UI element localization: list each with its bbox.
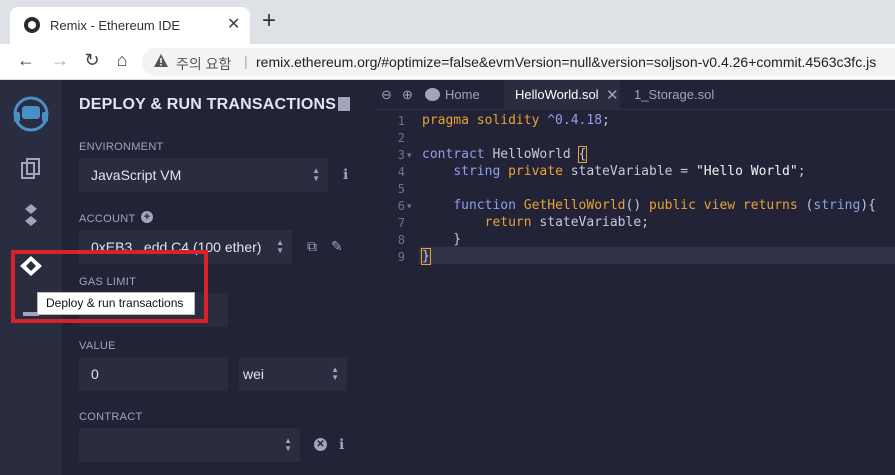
tab-title: Remix - Ethereum IDE (50, 18, 181, 33)
select-caret-icon: ▲ ▼ (284, 436, 292, 453)
browser-tab[interactable]: Remix - Ethereum IDE ✕ (10, 7, 250, 44)
line-number: 6 (397, 199, 405, 213)
code-line-8: } (422, 232, 462, 247)
tab-helloworld-label: HelloWorld.sol (515, 87, 599, 102)
documentation-icon[interactable] (338, 97, 350, 111)
back-button[interactable]: ← (14, 50, 38, 71)
tab-home[interactable]: Home (445, 80, 480, 110)
active-line-highlight (375, 247, 895, 264)
value-label: VALUE (79, 340, 116, 352)
value-unit: wei (243, 366, 265, 382)
new-tab-button[interactable]: + (262, 9, 276, 33)
home-button[interactable]: ⌂ (110, 50, 134, 71)
info-icon[interactable]: ℹ (339, 436, 344, 453)
value-unit-select[interactable]: wei ▲ ▼ (239, 357, 347, 391)
line-number: 4 (397, 165, 405, 179)
select-caret-icon: ▲ ▼ (331, 365, 339, 382)
clear-icon[interactable]: ✕ (314, 438, 327, 451)
line-number: 9 (397, 250, 405, 264)
add-account-icon[interactable]: + (141, 211, 153, 223)
line-number: 1 (397, 114, 405, 128)
home-tab-icon (425, 88, 440, 101)
info-icon[interactable]: ℹ (343, 166, 348, 183)
line-number: 7 (397, 216, 405, 230)
zoom-in-icon[interactable]: ⊕ (402, 87, 413, 103)
solidity-compiler-icon[interactable] (15, 204, 47, 236)
tab-helloworld[interactable]: HelloWorld.sol (504, 80, 620, 110)
line-number: 2 (397, 131, 405, 145)
account-label: ACCOUNT (79, 213, 136, 225)
code-line-7: return stateVariable; (484, 215, 649, 230)
code-line-4: string private stateVariable = "Hello Wo… (453, 164, 806, 179)
value-input[interactable]: 0 (79, 357, 228, 391)
line-number: 3 (397, 148, 405, 162)
code-line-9: } (421, 248, 431, 265)
panel-title: DEPLOY & RUN TRANSACTIONS (79, 96, 337, 113)
file-explorers-icon[interactable] (15, 158, 47, 190)
security-warning-text[interactable]: 주의 요함 (176, 54, 231, 74)
contract-label: CONTRACT (79, 411, 143, 423)
close-tab-icon[interactable]: ✕ (606, 86, 619, 104)
contract-select[interactable]: ▲ ▼ (79, 428, 300, 462)
close-tab-icon[interactable]: ✕ (227, 14, 240, 34)
fold-marker-icon[interactable]: ▾ (407, 201, 412, 212)
line-number: 5 (397, 182, 405, 196)
code-line-3: contract HelloWorld { (422, 146, 588, 163)
remix-favicon-icon (24, 17, 40, 33)
edit-icon[interactable]: ✎ (331, 238, 343, 255)
forward-button[interactable]: → (48, 50, 72, 71)
browser-toolbar: ← → ↻ ⌂ 주의 요함 | remix.ethereum.org/#opti… (0, 44, 895, 80)
copy-icon[interactable]: ⧉ (307, 238, 317, 255)
environment-value: JavaScript VM (91, 167, 182, 183)
url-separator: | (244, 53, 248, 69)
code-line-1: pragma solidity ^0.4.18; (422, 113, 610, 128)
reload-button[interactable]: ↻ (80, 50, 104, 71)
warning-icon[interactable] (154, 54, 168, 67)
code-line-6: function GetHelloWorld() public view ret… (453, 198, 876, 213)
value-amount: 0 (91, 366, 99, 382)
browser-tab-bar: Remix - Ethereum IDE ✕ + (0, 0, 895, 44)
select-caret-icon: ▲ ▼ (276, 238, 284, 255)
line-number: 8 (397, 233, 405, 247)
environment-label: ENVIRONMENT (79, 141, 164, 153)
tab-1-storage[interactable]: 1_Storage.sol (634, 80, 714, 110)
url-text[interactable]: remix.ethereum.org/#optimize=false&evmVe… (256, 54, 876, 70)
fold-marker-icon[interactable]: ▾ (407, 150, 412, 161)
select-caret-icon: ▲ ▼ (312, 166, 320, 183)
address-bar[interactable]: 주의 요함 | remix.ethereum.org/#optimize=fal… (142, 48, 895, 76)
remix-logo-icon[interactable] (10, 94, 52, 134)
line-gutter: 1 2 3 4 5 6 7 8 9 ▾ ▾ (375, 110, 419, 475)
environment-select[interactable]: JavaScript VM ▲ ▼ (79, 158, 328, 192)
zoom-out-icon[interactable]: ⊖ (381, 87, 392, 103)
tooltip: Deploy & run transactions (37, 292, 195, 315)
editor-tab-bar: ⊖ ⊕ Home HelloWorld.sol ✕ 1_Storage.sol (375, 80, 895, 110)
code-editor[interactable]: 1 2 3 4 5 6 7 8 9 ▾ ▾ pragma solidity ^0… (375, 110, 895, 475)
